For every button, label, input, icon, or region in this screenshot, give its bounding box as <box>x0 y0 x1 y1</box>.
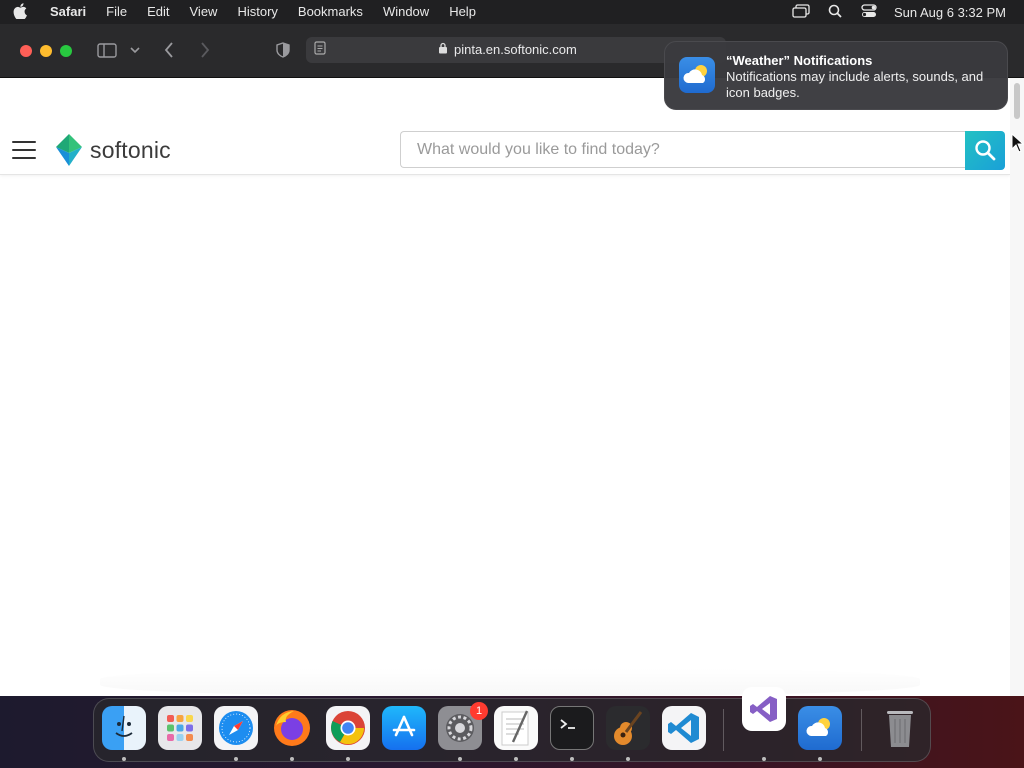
finder-running-indicator <box>122 757 126 761</box>
system-settings-icon[interactable]: 1 <box>438 702 488 750</box>
search-input[interactable] <box>400 131 965 168</box>
zoom-window-button[interactable] <box>60 45 72 57</box>
chrome-running-indicator <box>346 757 350 761</box>
menu-file[interactable]: File <box>96 0 137 24</box>
menu-help[interactable]: Help <box>439 0 486 24</box>
menu-bar-clock[interactable]: Sun Aug 6 3:32 PM <box>886 5 1024 20</box>
web-page: softonic <box>0 78 1010 696</box>
trash-icon[interactable] <box>878 706 922 750</box>
apple-menu-icon[interactable] <box>0 2 40 22</box>
reader-mode-icon[interactable] <box>314 41 330 59</box>
firefox-running-indicator <box>290 757 294 761</box>
search-icon <box>975 140 996 161</box>
menu-edit[interactable]: Edit <box>137 0 179 24</box>
control-center-icon[interactable] <box>852 3 886 21</box>
terminal-icon[interactable] <box>550 706 594 750</box>
garageband-icon[interactable] <box>606 706 650 750</box>
minimize-window-button[interactable] <box>40 45 52 57</box>
textedit-running-indicator <box>514 757 518 761</box>
address-bar[interactable]: pinta.en.softonic.com <box>306 37 726 63</box>
softonic-logo-icon <box>56 134 82 166</box>
sidebar-toggle-icon[interactable] <box>96 38 118 62</box>
forward-button[interactable] <box>194 38 216 62</box>
menu-view[interactable]: View <box>180 0 228 24</box>
safari-running-indicator <box>234 757 238 761</box>
mouse-cursor-icon <box>1011 132 1024 153</box>
menu-history[interactable]: History <box>227 0 287 24</box>
weather-running-indicator <box>818 757 822 761</box>
page-scrollbar[interactable] <box>1010 78 1024 696</box>
url-text: pinta.en.softonic.com <box>454 42 577 57</box>
launchpad-icon[interactable] <box>158 706 202 750</box>
garageband-running-indicator <box>626 757 630 761</box>
visual-studio-running-indicator <box>762 757 766 761</box>
chrome-icon[interactable] <box>326 706 370 750</box>
safari-icon[interactable] <box>214 706 258 750</box>
dock: 1 <box>93 687 931 762</box>
terminal-running-indicator <box>570 757 574 761</box>
chevron-down-icon[interactable] <box>128 38 142 62</box>
system-settings-running-indicator <box>458 757 462 761</box>
notification-title: “Weather” Notifications <box>726 53 873 68</box>
dock-separator <box>723 709 724 751</box>
weather-icon[interactable] <box>798 706 842 750</box>
notification-body: Notifications may include alerts, sounds… <box>726 69 984 100</box>
search-button[interactable] <box>965 131 1005 170</box>
dock-separator-trash <box>861 709 862 751</box>
privacy-shield-icon[interactable] <box>272 38 294 62</box>
visual-studio-icon[interactable] <box>742 687 786 731</box>
finder-icon[interactable] <box>102 706 146 750</box>
logo-text: softonic <box>90 136 171 163</box>
firefox-icon[interactable] <box>270 706 314 750</box>
app-store-icon[interactable] <box>382 706 426 750</box>
close-window-button[interactable] <box>20 45 32 57</box>
hamburger-menu-icon[interactable] <box>12 141 36 159</box>
page-content-area <box>100 668 920 696</box>
system-settings-badge: 1 <box>470 702 488 720</box>
menu-bookmarks[interactable]: Bookmarks <box>288 0 373 24</box>
back-button[interactable] <box>158 38 180 62</box>
softonic-logo[interactable]: softonic <box>56 134 171 166</box>
scrollbar-thumb[interactable] <box>1014 83 1020 119</box>
spotlight-search-icon[interactable] <box>818 4 852 21</box>
lock-icon <box>438 42 448 57</box>
screen-mirroring-icon[interactable] <box>784 3 818 21</box>
weather-app-icon <box>679 57 715 93</box>
search-bar <box>400 131 1005 170</box>
menu-bar: Safari File Edit View History Bookmarks … <box>0 0 1024 24</box>
menu-window[interactable]: Window <box>373 0 439 24</box>
menu-app-name[interactable]: Safari <box>40 0 96 24</box>
vscode-icon[interactable] <box>662 706 706 750</box>
textedit-icon[interactable] <box>494 706 538 750</box>
weather-notification[interactable]: “Weather” Notifications Notifications ma… <box>664 41 1008 110</box>
